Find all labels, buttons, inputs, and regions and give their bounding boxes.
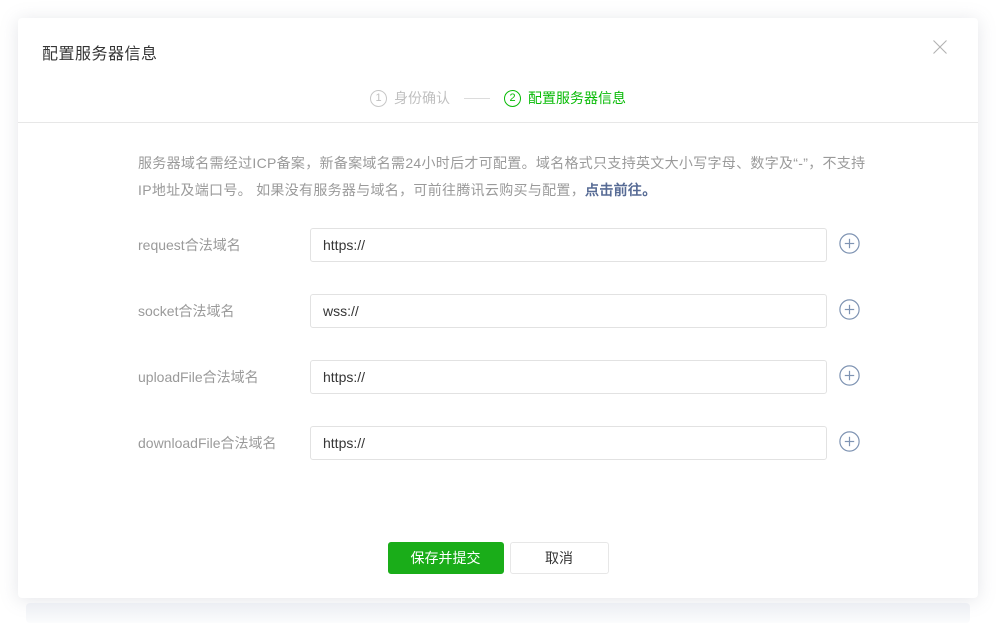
step-1-circle: 1 bbox=[370, 90, 387, 107]
form-row-socket-domain: socket合法域名 bbox=[138, 294, 868, 328]
dialog-title: 配置服务器信息 bbox=[42, 40, 158, 64]
request-domain-label: request合法域名 bbox=[138, 235, 310, 255]
domain-notice: 服务器域名需经过ICP备案，新备案域名需24小时后才可配置。域名格式只支持英文大… bbox=[138, 124, 868, 204]
socket-domain-input[interactable] bbox=[310, 294, 827, 328]
socket-domain-label: socket合法域名 bbox=[138, 301, 310, 321]
add-uploadfile-domain-button[interactable] bbox=[838, 366, 860, 388]
close-icon bbox=[931, 38, 949, 59]
uploadfile-domain-label: uploadFile合法域名 bbox=[138, 367, 310, 387]
form-row-downloadfile-domain: downloadFile合法域名 bbox=[138, 426, 868, 460]
wizard-stepper: 1 身份确认 2 配置服务器信息 bbox=[18, 88, 978, 108]
add-circle-icon bbox=[839, 365, 860, 389]
add-request-domain-button[interactable] bbox=[838, 234, 860, 256]
step-2-circle: 2 bbox=[504, 90, 521, 107]
add-circle-icon bbox=[839, 233, 860, 257]
uploadfile-domain-input[interactable] bbox=[310, 360, 827, 394]
form-row-uploadfile-domain: uploadFile合法域名 bbox=[138, 360, 868, 394]
form-row-request-domain: request合法域名 bbox=[138, 228, 868, 262]
configure-server-dialog: 配置服务器信息 1 身份确认 2 配置服务器信息 服务器域名需经过ICP备案，新… bbox=[18, 18, 978, 598]
downloadfile-domain-input[interactable] bbox=[310, 426, 827, 460]
add-downloadfile-domain-button[interactable] bbox=[838, 432, 860, 454]
background-panel bbox=[26, 603, 970, 623]
step-2-label: 配置服务器信息 bbox=[528, 88, 626, 108]
domain-notice-text: 服务器域名需经过ICP备案，新备案域名需24小时后才可配置。域名格式只支持英文大… bbox=[138, 155, 865, 198]
step-configure-server: 2 配置服务器信息 bbox=[504, 88, 626, 108]
step-identity-confirm: 1 身份确认 bbox=[370, 88, 450, 108]
save-and-submit-button[interactable]: 保存并提交 bbox=[388, 542, 504, 574]
add-socket-domain-button[interactable] bbox=[838, 300, 860, 322]
dialog-header: 配置服务器信息 1 身份确认 2 配置服务器信息 bbox=[18, 18, 978, 123]
dialog-body: 服务器域名需经过ICP备案，新备案域名需24小时后才可配置。域名格式只支持英文大… bbox=[138, 124, 868, 460]
go-to-tencent-cloud-link[interactable]: 点击前往。 bbox=[585, 182, 657, 198]
step-connector bbox=[464, 98, 490, 99]
step-1-label: 身份确认 bbox=[394, 88, 450, 108]
cancel-button[interactable]: 取消 bbox=[510, 542, 609, 574]
close-button[interactable] bbox=[926, 34, 954, 62]
add-circle-icon bbox=[839, 299, 860, 323]
add-circle-icon bbox=[839, 431, 860, 455]
dialog-actions: 保存并提交 取消 bbox=[18, 542, 978, 574]
request-domain-input[interactable] bbox=[310, 228, 827, 262]
downloadfile-domain-label: downloadFile合法域名 bbox=[138, 433, 310, 453]
